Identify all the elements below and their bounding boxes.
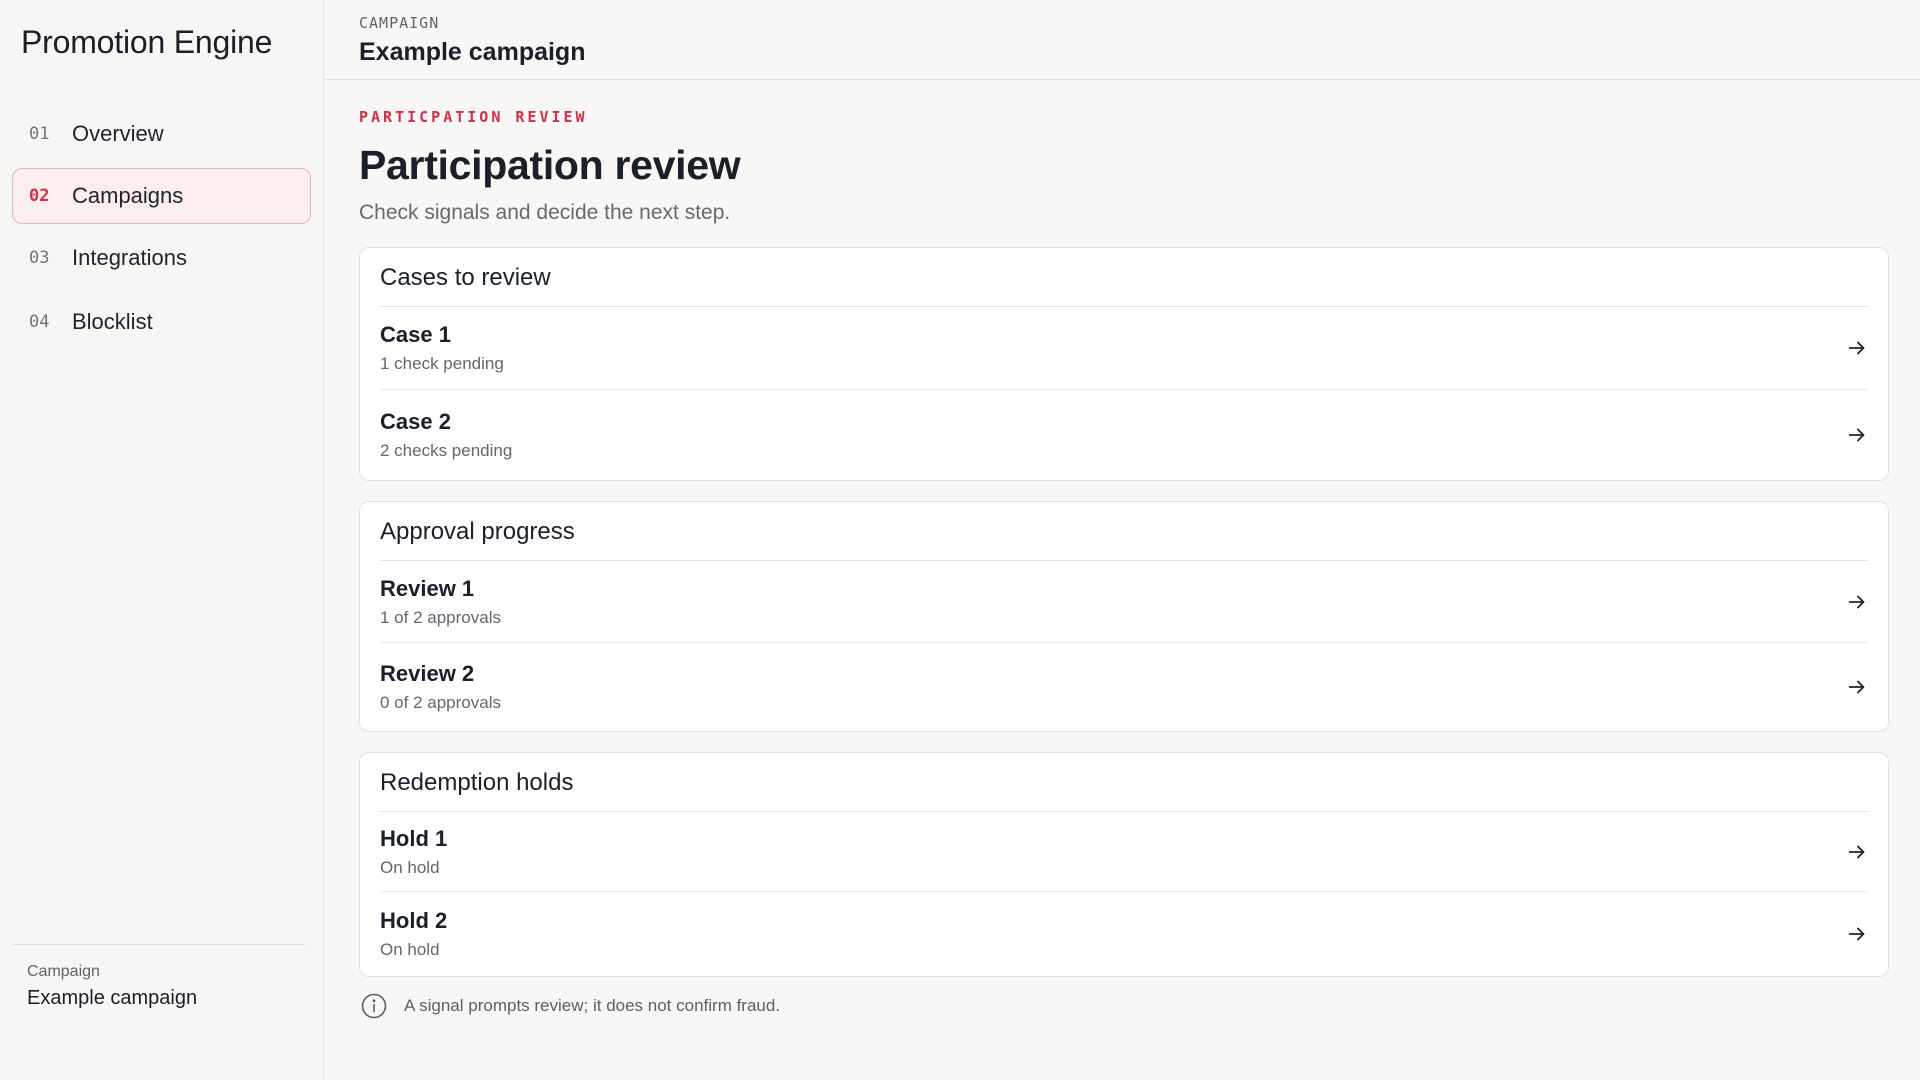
card-title: Approval progress (380, 502, 1868, 561)
list-item-text: Hold 2 On hold (380, 908, 447, 960)
main-panel: CAMPAIGN Example campaign PARTICPATION R… (324, 0, 1920, 1080)
approval-progress-card: Approval progress Review 1 1 of 2 approv… (359, 501, 1889, 732)
list-item-text: Review 1 1 of 2 approvals (380, 576, 501, 628)
sidebar-item-number: 03 (29, 248, 50, 268)
page-title: Participation review (359, 142, 741, 188)
info-note-text: A signal prompts review; it does not con… (404, 996, 781, 1015)
sidebar-item-number: 02 (29, 186, 50, 206)
list-item-subtitle: 2 checks pending (380, 441, 513, 460)
list-item-subtitle: 1 check pending (380, 354, 504, 373)
list-item-title: Hold 2 (380, 908, 448, 933)
arrow-right-icon[interactable] (1846, 676, 1868, 698)
page-subtitle: Check signals and decide the next step. (359, 201, 731, 224)
sidebar-item-integrations[interactable]: 03 Integrations (12, 230, 311, 286)
arrow-right-icon[interactable] (1846, 424, 1868, 446)
page-eyebrow: PARTICPATION REVIEW (359, 108, 588, 126)
list-item-subtitle: 1 of 2 approvals (380, 607, 501, 627)
list-item-title: Case 2 (380, 409, 451, 434)
card-title: Redemption holds (380, 753, 1868, 812)
list-item[interactable]: Hold 2 On hold (380, 892, 1868, 976)
sidebar-item-label: Campaigns (72, 183, 184, 208)
arrow-right-icon[interactable] (1846, 841, 1868, 863)
redemption-holds-card: Redemption holds Hold 1 On hold Hold 2 O… (359, 752, 1889, 977)
list-item-title: Case 1 (380, 322, 451, 347)
info-note: A signal prompts review; it does not con… (359, 993, 1889, 1019)
sidebar-item-number: 04 (29, 312, 50, 332)
list-item-text: Review 2 0 of 2 approvals (380, 661, 501, 713)
header-title: Example campaign (359, 38, 586, 66)
sidebar-item-blocklist[interactable]: 04 Blocklist (12, 294, 311, 350)
app-title: Promotion Engine (21, 24, 273, 60)
sidebar-item-label: Integrations (72, 245, 187, 270)
app-window: Promotion Engine 01 Overview 02 Campaign… (0, 0, 1920, 1080)
sidebar-item-campaigns[interactable]: 02 Campaigns (12, 168, 311, 224)
sidebar-item-label: Overview (72, 121, 164, 146)
list-item[interactable]: Review 2 0 of 2 approvals (380, 643, 1868, 731)
top-header: CAMPAIGN Example campaign (324, 0, 1920, 80)
sidebar-item-overview[interactable]: 01 Overview (12, 106, 311, 162)
list-item[interactable]: Case 1 1 check pending (380, 307, 1868, 390)
info-icon (361, 993, 387, 1019)
sidebar: Promotion Engine 01 Overview 02 Campaign… (0, 0, 324, 1080)
list-item-text: Hold 1 On hold (380, 826, 447, 878)
campaign-name: Example campaign (27, 987, 198, 1009)
list-item-title: Hold 1 (380, 825, 448, 851)
card-title: Cases to review (380, 248, 1868, 307)
list-item-subtitle: On hold (380, 940, 440, 959)
list-item-title: Review 2 (380, 661, 475, 686)
list-item[interactable]: Case 2 2 checks pending (380, 390, 1868, 480)
list-item-text: Case 2 2 checks pending (380, 409, 512, 461)
arrow-right-icon[interactable] (1846, 337, 1868, 359)
sidebar-campaign-info: Campaign Example campaign (12, 944, 305, 1010)
sidebar-nav: 01 Overview 02 Campaigns 03 Integrations… (12, 106, 311, 350)
arrow-right-icon[interactable] (1846, 591, 1868, 613)
content-area: PARTICPATION REVIEW Participation review… (324, 80, 1920, 1019)
list-item-text: Case 1 1 check pending (380, 322, 504, 374)
list-item-subtitle: On hold (380, 857, 440, 877)
list-item[interactable]: Review 1 1 of 2 approvals (380, 561, 1868, 643)
sidebar-item-number: 01 (29, 124, 50, 144)
arrow-right-icon[interactable] (1846, 923, 1868, 945)
sidebar-item-label: Blocklist (72, 309, 153, 334)
list-item-subtitle: 0 of 2 approvals (380, 693, 501, 712)
list-item[interactable]: Hold 1 On hold (380, 812, 1868, 892)
cases-to-review-card: Cases to review Case 1 1 check pending C… (359, 247, 1889, 481)
list-item-title: Review 1 (380, 575, 475, 601)
campaign-label: Campaign (27, 963, 100, 980)
breadcrumb-label: CAMPAIGN (359, 14, 440, 32)
